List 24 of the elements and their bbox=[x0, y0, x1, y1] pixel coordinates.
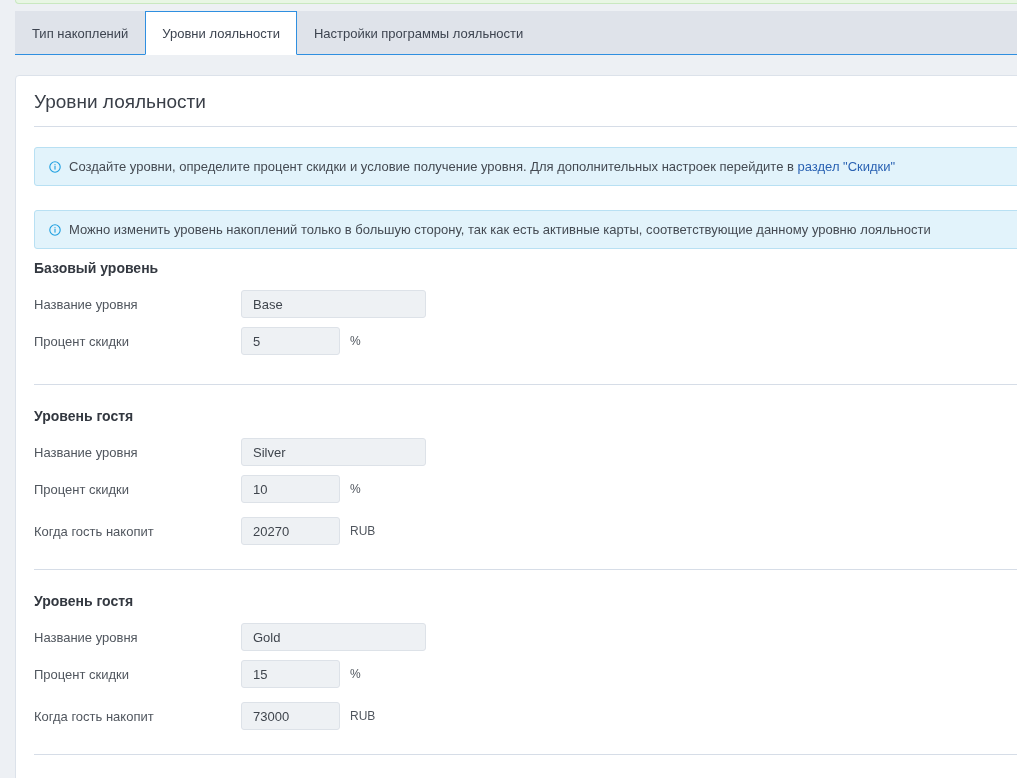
tab[interactable]: Уровни лояльности bbox=[145, 11, 297, 55]
unit-label: RUB bbox=[350, 709, 376, 723]
field-label: Название уровня bbox=[34, 296, 139, 312]
field-label: Название уровня bbox=[34, 444, 139, 460]
discounts-link[interactable]: раздел "Скидки" bbox=[797, 159, 896, 174]
field-label: Название уровня bbox=[34, 629, 139, 645]
unit-label: % bbox=[350, 482, 361, 496]
field-label: Процент скидки bbox=[34, 481, 131, 497]
unit-label: RUB bbox=[350, 524, 376, 538]
tab[interactable]: Настройки программы лояльности bbox=[296, 11, 541, 55]
alert-text: Можно изменить уровень накоплений только в большую сторону, так как есть активные карты, соответствующие данному уровню лояльности bbox=[69, 222, 931, 237]
info-icon bbox=[49, 223, 61, 236]
field-label: Когда гость накопит bbox=[34, 708, 155, 724]
unit-label: % bbox=[350, 334, 361, 348]
unit-label: % bbox=[350, 667, 361, 681]
alert-text: Создайте уровни, определите процент скидки и условие получение уровня. Для дополнительных настроек перейдите в раздел "Скидки" bbox=[69, 159, 896, 174]
field-label: Процент скидки bbox=[34, 333, 131, 349]
field-label: Процент скидки bbox=[34, 666, 131, 682]
field-label: Когда гость накопит bbox=[34, 523, 155, 539]
panel-title: Уровни лояльности bbox=[34, 90, 207, 114]
level-heading: Базовый уровень bbox=[34, 259, 160, 278]
level-heading: Уровень гостя bbox=[34, 592, 135, 611]
level-heading: Уровень гостя bbox=[34, 407, 135, 426]
info-icon bbox=[49, 160, 61, 173]
